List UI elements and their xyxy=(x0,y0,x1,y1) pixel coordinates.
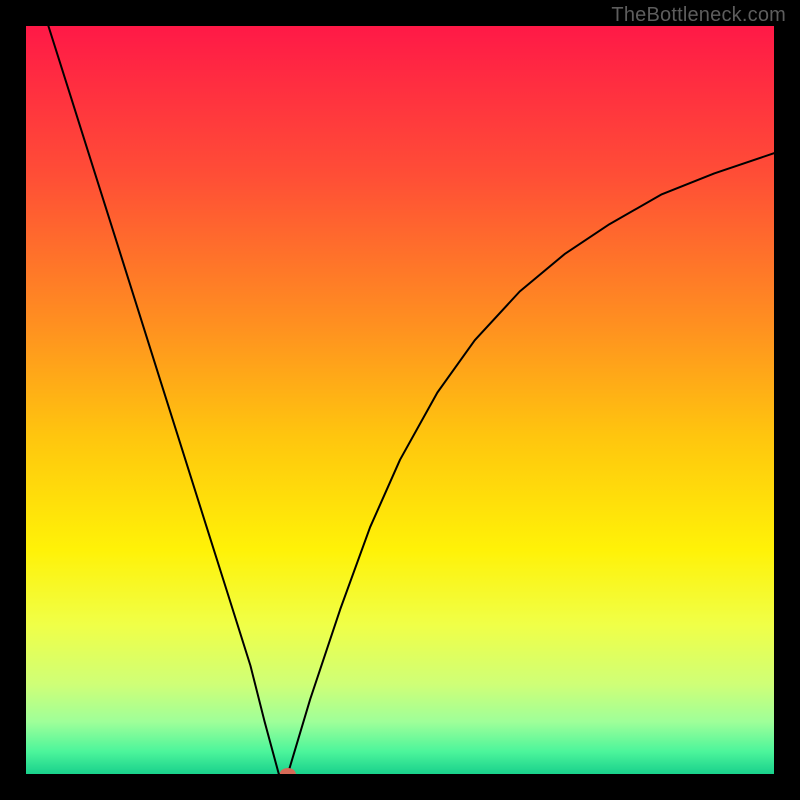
border-bottom xyxy=(0,774,800,800)
chart-svg xyxy=(0,0,800,800)
chart-stage: TheBottleneck.com xyxy=(0,0,800,800)
watermark: TheBottleneck.com xyxy=(611,4,786,27)
chart-background xyxy=(26,26,774,774)
border-right xyxy=(774,0,800,800)
border-left xyxy=(0,0,26,800)
